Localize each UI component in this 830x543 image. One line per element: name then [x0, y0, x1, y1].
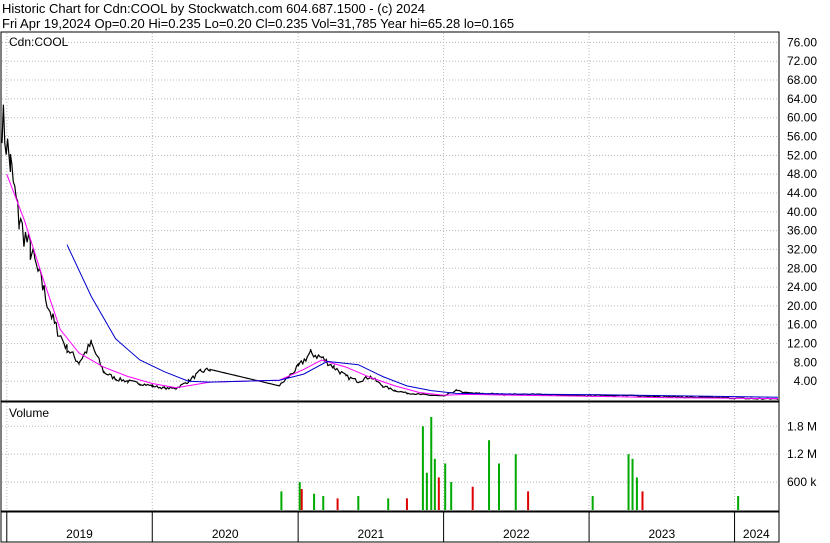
volume-tick-label: 600 k	[787, 475, 817, 489]
volume-bar	[357, 496, 360, 510]
volume-bar	[737, 496, 740, 510]
volume-bar	[627, 454, 630, 510]
year-label: 2021	[358, 527, 385, 541]
volume-bar	[450, 482, 453, 510]
volume-bar	[433, 458, 436, 510]
volume-tick-label: 1.2 M	[787, 447, 817, 461]
volume-panel-label: Volume	[9, 406, 49, 420]
volume-bar	[336, 498, 339, 510]
price-series	[1, 104, 779, 400]
volume-bar	[488, 440, 491, 510]
volume-tick-label: 1.8 M	[787, 419, 817, 433]
volume-bar	[635, 477, 638, 510]
price-series-line	[1, 104, 779, 400]
price-tick-label: 28.00	[787, 261, 817, 275]
volume-bar	[444, 463, 447, 510]
volume-bar	[437, 477, 440, 510]
volume-bar	[514, 454, 517, 510]
volume-bars	[280, 416, 740, 510]
price-panel-label: Cdn:COOL	[9, 35, 69, 49]
price-tick-label: 36.00	[787, 224, 817, 238]
axis-ticks: 76.00 72.00 68.00 64.00 60.00 56.00 52.00 48.00…	[6, 35, 818, 542]
price-tick-label: 4.00	[794, 374, 818, 388]
price-tick-label: 52.00	[787, 148, 817, 162]
year-label: 2020	[212, 527, 239, 541]
price-tick-label: 72.00	[787, 54, 817, 68]
year-label: 2024	[743, 527, 770, 541]
volume-bar	[591, 496, 594, 510]
volume-bar	[527, 491, 530, 510]
year-label: 2022	[503, 527, 530, 541]
ma-long-line	[66, 244, 779, 398]
volume-bar	[425, 472, 428, 510]
price-panel-frame	[0, 31, 780, 402]
price-tick-label: 16.00	[787, 318, 817, 332]
price-tick-label: 76.00	[787, 35, 817, 49]
volume-bar	[280, 491, 283, 510]
volume-bar	[405, 498, 408, 510]
price-tick-label: 60.00	[787, 111, 817, 125]
volume-bar	[430, 416, 433, 510]
volume-bar	[387, 498, 390, 510]
price-tick-label: 56.00	[787, 130, 817, 144]
price-tick-label: 48.00	[787, 167, 817, 181]
ma-short-line	[6, 174, 779, 400]
price-tick-label: 24.00	[787, 280, 817, 294]
price-tick-label: 44.00	[787, 186, 817, 200]
volume-bar	[313, 493, 316, 510]
volume-bar	[471, 486, 474, 510]
volume-bar	[641, 491, 644, 510]
volume-panel-frame	[0, 401, 780, 512]
volume-bar	[300, 489, 303, 510]
year-label: 2019	[66, 527, 93, 541]
volume-bar	[322, 496, 325, 510]
grid-lines	[2, 33, 778, 510]
price-tick-label: 68.00	[787, 73, 817, 87]
price-tick-label: 8.00	[794, 355, 818, 369]
volume-bar	[631, 458, 634, 510]
price-tick-label: 20.00	[787, 299, 817, 313]
volume-bar	[298, 482, 301, 510]
volume-bar	[498, 463, 501, 510]
price-tick-label: 32.00	[787, 242, 817, 256]
volume-bar	[421, 426, 424, 510]
stock-chart: 76.00 72.00 68.00 64.00 60.00 56.00 52.00 48.00…	[0, 31, 818, 543]
price-tick-label: 40.00	[787, 205, 817, 219]
year-label: 2023	[648, 527, 675, 541]
price-tick-label: 64.00	[787, 92, 817, 106]
price-tick-label: 12.00	[787, 337, 817, 351]
